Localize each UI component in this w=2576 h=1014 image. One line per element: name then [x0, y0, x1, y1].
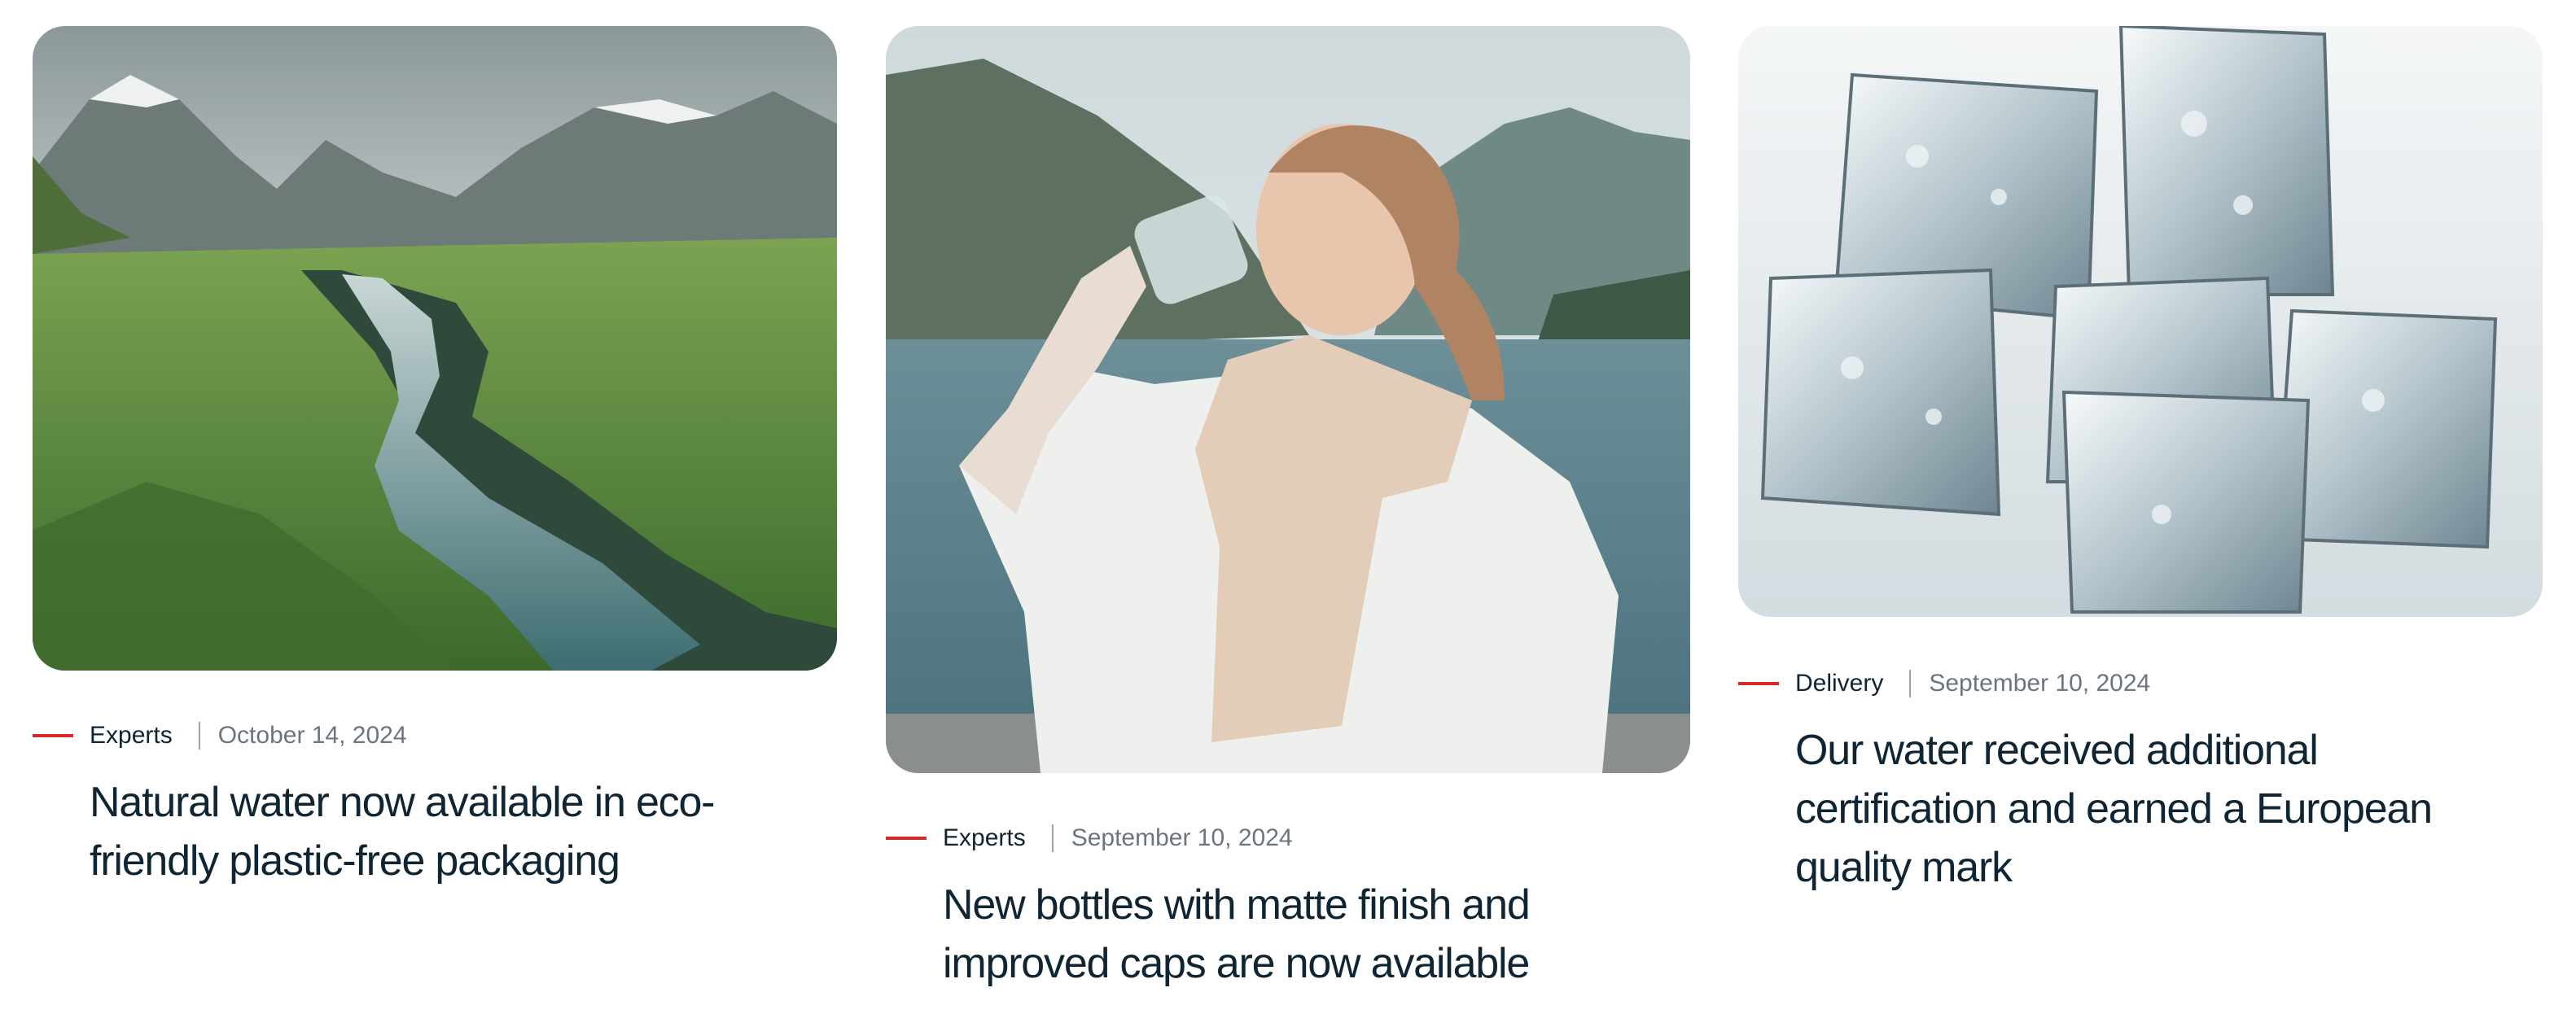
- article-title[interactable]: Our water received additional certificat…: [1795, 721, 2512, 897]
- article-date: October 14, 2024: [217, 722, 407, 749]
- meta-divider: [1051, 824, 1054, 852]
- news-card[interactable]: Delivery September 10, 2024 Our water re…: [1738, 26, 2543, 897]
- article-category[interactable]: Experts: [90, 722, 173, 750]
- accent-dash: [1738, 682, 1779, 685]
- article-title[interactable]: Natural water now available in eco-frien…: [90, 773, 806, 890]
- accent-dash: [886, 837, 927, 840]
- news-card[interactable]: Experts September 10, 2024 New bottles w…: [886, 26, 1690, 993]
- article-category[interactable]: Delivery: [1795, 670, 1883, 697]
- article-date: September 10, 2024: [1929, 670, 2151, 697]
- news-card-image[interactable]: [886, 26, 1690, 773]
- article-title[interactable]: New bottles with matte finish and improv…: [943, 876, 1659, 993]
- woman-drinking-water-image: [886, 26, 1690, 773]
- accent-dash: [33, 734, 73, 737]
- meta-divider: [1909, 670, 1912, 697]
- mountain-river-image: [33, 26, 837, 671]
- article-meta: Experts September 10, 2024: [886, 822, 1690, 854]
- news-card-image[interactable]: [33, 26, 837, 671]
- article-meta: Delivery September 10, 2024: [1738, 667, 2543, 700]
- ice-cubes-image: [1738, 26, 2543, 617]
- news-grid: Experts October 14, 2024 Natural water n…: [0, 0, 2576, 1014]
- article-date: September 10, 2024: [1071, 824, 1293, 851]
- article-category[interactable]: Experts: [943, 824, 1026, 852]
- news-card[interactable]: Experts October 14, 2024 Natural water n…: [33, 26, 837, 890]
- article-meta: Experts October 14, 2024: [33, 719, 837, 752]
- meta-divider: [198, 722, 200, 750]
- news-card-image[interactable]: [1738, 26, 2543, 617]
